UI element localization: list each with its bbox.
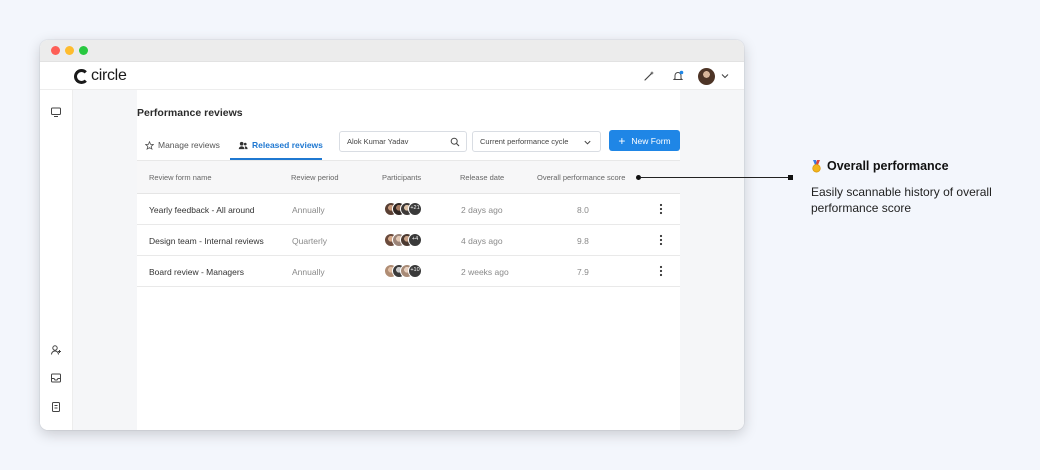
app-logo[interactable]: circle (74, 67, 127, 85)
column-header[interactable]: Release date (460, 173, 504, 182)
table-row[interactable]: Design team - Internal reviews Quarterly… (137, 225, 680, 256)
new-form-button[interactable]: + New Form (609, 130, 680, 151)
user-avatar[interactable] (698, 68, 715, 85)
main-content: Performance reviews Manage reviews Relea… (73, 90, 744, 430)
users-icon (238, 141, 248, 149)
participants-count: +10 (408, 264, 422, 278)
callout-description: Easily scannable history of overall perf… (811, 185, 992, 215)
more-options-icon[interactable] (656, 202, 666, 216)
circle-logo-icon (74, 68, 89, 84)
more-options-icon[interactable] (656, 233, 666, 247)
window-titlebar (40, 40, 744, 62)
magic-wand-icon[interactable] (643, 70, 655, 82)
participants-avatars[interactable]: +10 (384, 264, 444, 279)
performance-score: 9.8 (577, 236, 589, 246)
app-window: circle Performance reviews Manage review… (40, 40, 744, 430)
monitor-icon[interactable] (50, 106, 62, 118)
release-date: 2 weeks ago (461, 267, 509, 277)
chevron-down-icon (584, 140, 591, 145)
tab-label: Released reviews (252, 140, 323, 150)
performance-score: 7.9 (577, 267, 589, 277)
more-options-icon[interactable] (656, 264, 666, 278)
participants-avatars[interactable]: +4 (384, 233, 444, 248)
review-period: Quarterly (292, 236, 327, 246)
column-header[interactable]: Review period (291, 173, 339, 182)
chevron-down-icon[interactable] (720, 71, 730, 81)
close-window-button[interactable] (51, 46, 60, 55)
top-navbar: circle (40, 62, 744, 90)
release-date: 4 days ago (461, 236, 503, 246)
maximize-window-button[interactable] (79, 46, 88, 55)
review-form-name[interactable]: Design team - Internal reviews (149, 236, 264, 246)
column-header[interactable]: Overall performance score (537, 173, 625, 182)
search-input[interactable] (347, 137, 447, 146)
medal-icon (812, 159, 821, 172)
participants-count: +4 (408, 233, 422, 247)
release-date: 2 days ago (461, 205, 503, 215)
document-icon[interactable] (50, 401, 62, 413)
review-form-name[interactable]: Board review - Managers (149, 267, 244, 277)
new-form-label: New Form (631, 135, 671, 146)
search-icon[interactable] (450, 137, 460, 147)
table-row[interactable]: Board review - Managers Annually +10 2 w… (137, 256, 680, 287)
tab-released-reviews[interactable]: Released reviews (238, 138, 323, 152)
review-form-name[interactable]: Yearly feedback - All around (149, 205, 255, 215)
notification-bell-icon[interactable] (672, 70, 684, 82)
minimize-window-button[interactable] (65, 46, 74, 55)
reviews-panel: Performance reviews Manage reviews Relea… (137, 90, 680, 430)
inbox-icon[interactable] (50, 372, 62, 384)
review-period: Annually (292, 205, 325, 215)
performance-score: 8.0 (577, 205, 589, 215)
cycle-select-value: Current performance cycle (480, 137, 569, 146)
logo-text: circle (91, 67, 127, 84)
search-field[interactable] (339, 131, 467, 152)
tab-manage-reviews[interactable]: Manage reviews (145, 138, 220, 152)
star-icon (145, 140, 154, 150)
column-header[interactable]: Review form name (149, 173, 212, 182)
callout-title-text: Overall performance (827, 159, 949, 173)
participants-avatars[interactable]: +21 (384, 202, 444, 217)
column-header[interactable]: Participants (382, 173, 421, 182)
page-title: Performance reviews (137, 107, 243, 119)
table-row[interactable]: Yearly feedback - All around Annually +2… (137, 194, 680, 225)
performance-cycle-select[interactable]: Current performance cycle (472, 131, 601, 152)
sidebar (40, 90, 73, 430)
user-add-icon[interactable] (50, 344, 62, 356)
callout-connector-end (788, 175, 793, 180)
callout-connector-line (640, 177, 790, 178)
plus-icon: + (618, 133, 626, 148)
table-header: Review form name Review period Participa… (137, 161, 680, 194)
tab-label: Manage reviews (158, 140, 220, 150)
participants-count: +21 (408, 202, 422, 216)
review-period: Annually (292, 267, 325, 277)
callout-title: Overall performance (811, 159, 949, 173)
